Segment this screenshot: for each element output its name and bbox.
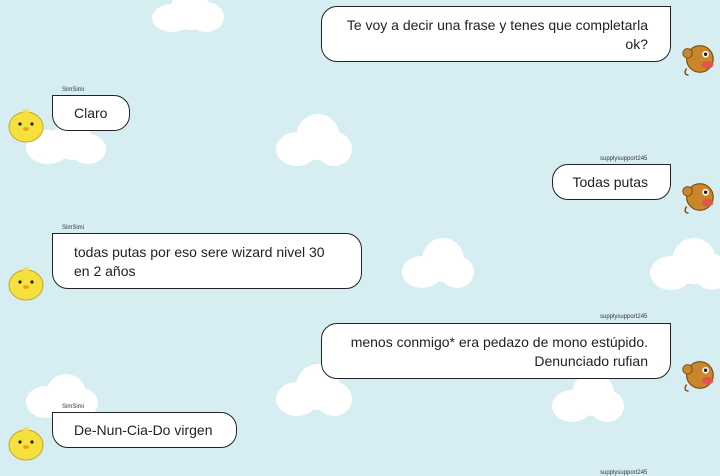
monkey-avatar-icon[interactable] — [679, 356, 717, 394]
message-text-line: Todas putas — [572, 174, 649, 190]
message-text-line: De-Nun-Cia-Do virgen — [74, 422, 213, 438]
message-text-line: ok? — [625, 36, 648, 52]
background-cloud — [152, 0, 224, 34]
message-bubble: De-Nun-Cia-Do virgen — [52, 412, 237, 448]
sender-name: SimSimi — [62, 404, 84, 410]
message-bubble: todas putas por eso sere wizard nivel 30… — [52, 233, 362, 289]
simsimi-chick-icon[interactable] — [6, 106, 46, 144]
simsimi-chick-icon[interactable] — [6, 264, 46, 302]
message-text-line: Claro — [74, 105, 108, 121]
background-cloud — [276, 114, 352, 168]
message-text-line: todas putas por eso sere wizard nivel 30 — [74, 244, 325, 260]
sender-name-partial: supplysupport245 — [600, 470, 648, 476]
background-cloud — [552, 372, 624, 424]
monkey-avatar-icon[interactable] — [679, 178, 717, 216]
sender-name: supplysupport245 — [600, 314, 648, 320]
background-cloud — [650, 238, 720, 292]
simsimi-chick-icon[interactable] — [6, 424, 46, 462]
monkey-avatar-icon[interactable] — [679, 40, 717, 78]
message-bubble: menos conmigo* era pedazo de mono estúpi… — [321, 323, 671, 379]
background-cloud — [402, 238, 474, 290]
message-bubble: Todas putas — [552, 164, 671, 200]
message-bubble: Te voy a decir una frase y tenes que com… — [321, 6, 671, 62]
sender-name: SimSimi — [62, 225, 84, 231]
message-bubble: Claro — [52, 95, 130, 131]
message-text-line: Denunciado rufian — [534, 353, 648, 369]
message-text-line: Te voy a decir una frase y tenes que com… — [346, 17, 648, 33]
message-text-line: menos conmigo* era pedazo de mono estúpi… — [350, 334, 648, 350]
sender-name: supplysupport245 — [600, 156, 648, 162]
sender-name: SimSimi — [62, 87, 84, 93]
message-text-line: en 2 años — [74, 263, 136, 279]
